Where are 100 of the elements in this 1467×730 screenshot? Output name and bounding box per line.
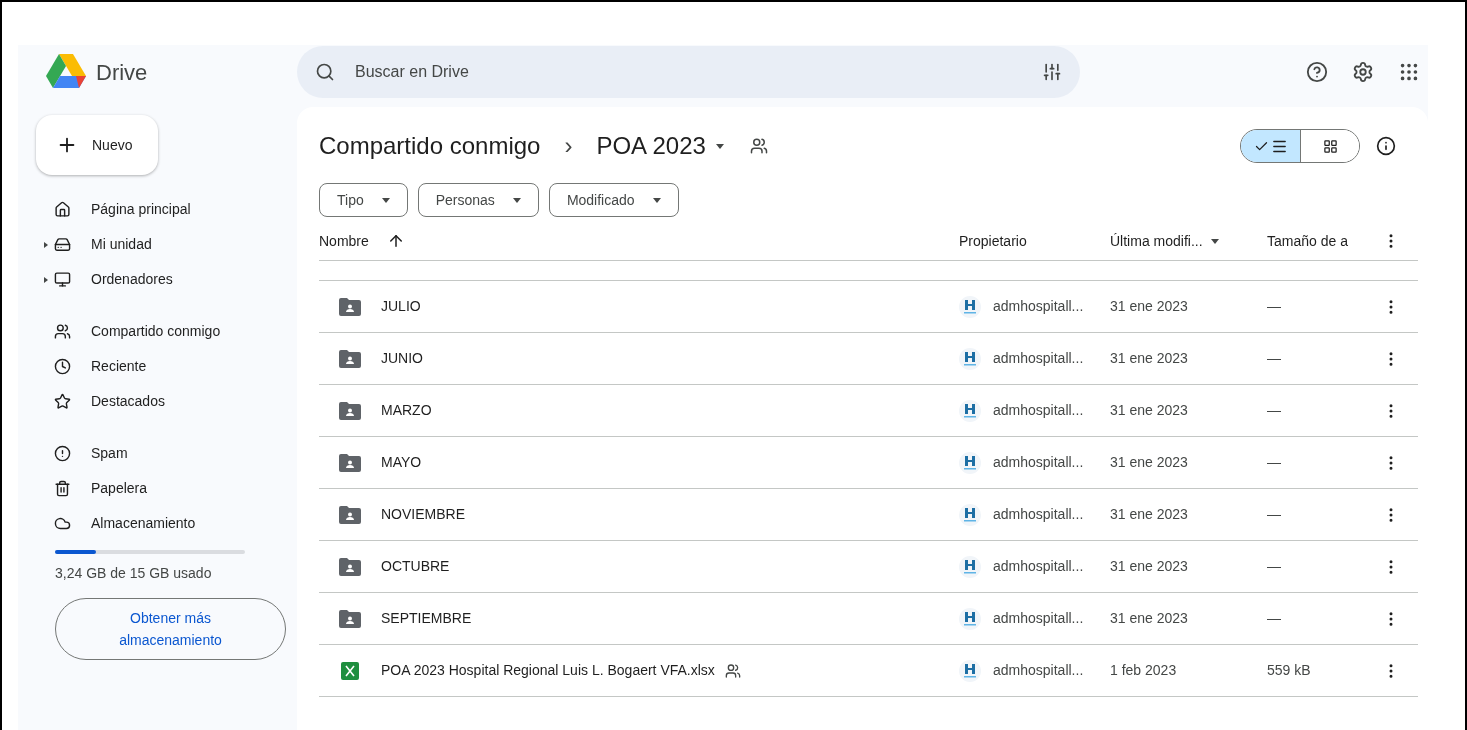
file-name: MARZO: [381, 401, 432, 420]
column-header[interactable]: Nombre: [319, 230, 369, 252]
owner-name: admhospitall...: [993, 557, 1084, 576]
file-name: SEPTIEMBRE: [381, 609, 472, 628]
breadcrumb-link[interactable]: Compartido conmigo: [319, 128, 541, 164]
breadcrumb-separator: ›: [564, 131, 573, 161]
search-input[interactable]: Buscar en Drive: [355, 60, 1022, 84]
star-icon: [54, 393, 71, 410]
owner-name: admhospitall...: [993, 401, 1084, 420]
nav-item[interactable]: Papelera: [18, 471, 281, 506]
file-name: JUNIO: [381, 349, 423, 368]
file-row[interactable]: SEPTIEMBRE admhospitall... 31 ene 2023 —: [319, 593, 1418, 645]
shared-folder-icon: [339, 401, 361, 420]
people-icon: [54, 323, 71, 340]
cloud-icon: [54, 515, 71, 532]
file-row[interactable]: MAYO admhospitall... 31 ene 2023 —: [319, 437, 1418, 489]
avatar-icon: [959, 607, 981, 630]
shared-folder-icon: [339, 557, 361, 576]
storage-usage-text: 3,24 GB de 15 GB usado: [55, 564, 213, 583]
column-header[interactable]: Propietario: [959, 230, 1027, 252]
file-size: —: [1267, 349, 1282, 368]
modified-date: 1 feb 2023: [1110, 661, 1178, 680]
owner-name: admhospitall...: [993, 297, 1084, 316]
avatar-icon: [959, 659, 981, 682]
filter-chip[interactable]: Personas: [417, 183, 539, 217]
apps-grid-icon[interactable]: [1398, 61, 1420, 83]
filter-chip[interactable]: Modificado: [548, 183, 679, 217]
computer-icon: [54, 271, 71, 288]
nav-item[interactable]: Compartido conmigo: [18, 314, 281, 349]
modified-date: 31 ene 2023: [1110, 505, 1189, 524]
new-button[interactable]: Nuevo: [36, 115, 158, 175]
file-size: —: [1267, 401, 1282, 420]
home-icon: [54, 201, 71, 218]
file-name: JULIO: [381, 297, 421, 316]
file-size: —: [1267, 453, 1282, 472]
shared-folder-icon: [339, 453, 361, 472]
column-header[interactable]: Última modifi...: [1110, 230, 1203, 252]
shared-folder-icon: [339, 505, 361, 524]
file-row[interactable]: JUNIO admhospitall... 31 ene 2023 —: [319, 333, 1418, 385]
file-name: NOVIEMBRE: [381, 505, 465, 524]
grid-view-toggle[interactable]: [1300, 130, 1359, 162]
alert-icon: [54, 445, 71, 462]
modified-date: 31 ene 2023: [1110, 297, 1189, 316]
owner-name: admhospitall...: [993, 349, 1084, 368]
dropdown-caret-icon: [715, 143, 724, 149]
trash-icon: [54, 480, 71, 497]
avatar-icon: [959, 399, 981, 422]
file-row[interactable]: MARZO admhospitall... 31 ene 2023 —: [319, 385, 1418, 437]
owner-name: admhospitall...: [993, 453, 1084, 472]
info-icon[interactable]: [1376, 136, 1396, 156]
modified-date: 31 ene 2023: [1110, 609, 1189, 628]
avatar-icon: [959, 555, 981, 578]
avatar-icon: [959, 347, 981, 370]
settings-icon[interactable]: [1352, 61, 1374, 83]
file-row[interactable]: NOVIEMBRE admhospitall... 31 ene 2023 —: [319, 489, 1418, 541]
nav-item[interactable]: Mi unidad: [18, 227, 281, 262]
file-size: —: [1267, 297, 1282, 316]
shared-folder-icon: [339, 609, 361, 628]
nav-item[interactable]: Página principal: [18, 192, 281, 227]
file-row[interactable]: POA 2023 Hospital Regional Luis L. Bogaert VFA.xlsx admhospitall... 1 feb 2023 559 kB: [319, 645, 1418, 697]
shared-folder-icon: [339, 297, 361, 316]
nav-item[interactable]: Reciente: [18, 349, 281, 384]
modified-date: 31 ene 2023: [1110, 557, 1189, 576]
help-icon[interactable]: [1306, 61, 1328, 83]
spreadsheet-icon: [341, 661, 359, 680]
sort-caret-icon: [1210, 238, 1219, 244]
filter-chip[interactable]: Tipo: [319, 183, 408, 217]
nav-item[interactable]: Ordenadores: [18, 262, 281, 297]
expand-arrow-icon[interactable]: [44, 241, 48, 248]
file-size: —: [1267, 505, 1282, 524]
dropdown-caret-icon: [652, 197, 661, 203]
search-field[interactable]: Buscar en Drive: [297, 46, 1080, 98]
expand-arrow-icon[interactable]: [44, 276, 48, 283]
file-row[interactable]: JULIO admhospitall... 31 ene 2023 —: [319, 281, 1418, 333]
filter-options-icon[interactable]: [1042, 62, 1062, 82]
nav-item[interactable]: Destacados: [18, 384, 281, 419]
owner-name: admhospitall...: [993, 661, 1084, 680]
drive-logo-icon: [46, 54, 86, 90]
modified-date: 31 ene 2023: [1110, 349, 1189, 368]
nav-item[interactable]: Almacenamiento: [18, 506, 281, 541]
avatar-icon: [959, 451, 981, 474]
file-size: —: [1267, 609, 1282, 628]
dropdown-caret-icon: [512, 197, 521, 203]
grid-icon: [1322, 138, 1338, 154]
app-name: Drive: [96, 58, 148, 87]
list-view-toggle[interactable]: [1241, 130, 1300, 162]
avatar-icon: [959, 503, 981, 526]
column-header[interactable]: Tamaño de a: [1267, 230, 1348, 252]
avatar-icon: [959, 295, 981, 318]
owner-name: admhospitall...: [993, 609, 1084, 628]
file-name: MAYO: [381, 453, 422, 472]
current-folder-button[interactable]: POA 2023: [596, 128, 724, 164]
nav-item[interactable]: Spam: [18, 436, 281, 471]
drive-icon: [54, 236, 71, 253]
search-icon: [315, 62, 335, 82]
modified-date: 31 ene 2023: [1110, 401, 1189, 420]
dropdown-caret-icon: [381, 197, 390, 203]
file-size: —: [1267, 557, 1282, 576]
file-name: POA 2023 Hospital Regional Luis L. Bogaert VFA.xlsx: [381, 661, 715, 680]
file-row[interactable]: OCTUBRE admhospitall... 31 ene 2023 —: [319, 541, 1418, 593]
